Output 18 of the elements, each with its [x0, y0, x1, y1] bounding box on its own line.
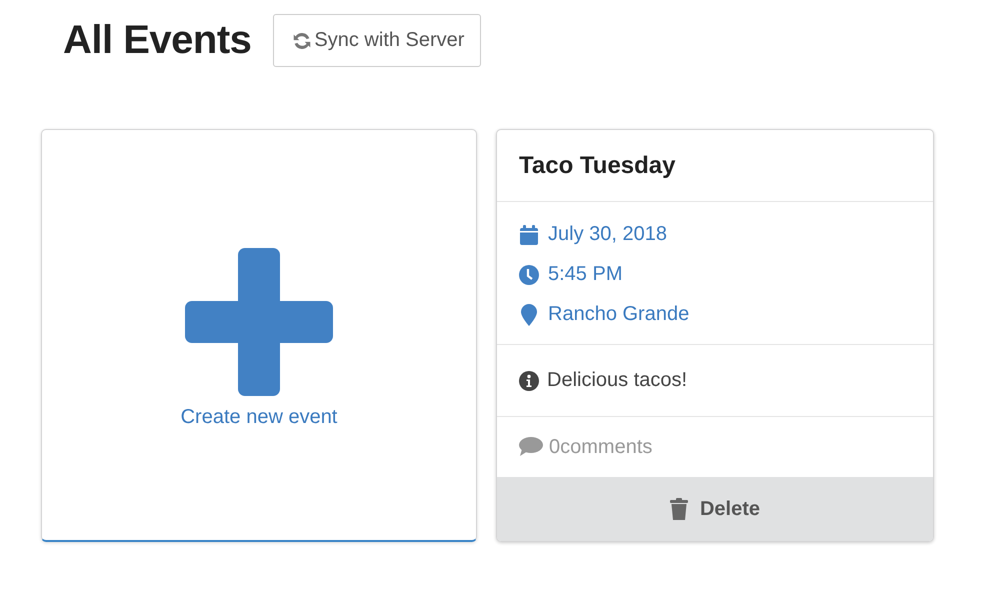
event-title: Taco Tuesday — [519, 150, 676, 180]
calendar-icon — [519, 224, 539, 244]
event-location: Rancho Grande — [548, 303, 690, 326]
event-description: Delicious tacos! — [547, 369, 688, 392]
map-pin-icon — [519, 304, 539, 326]
speech-bubble-icon — [519, 437, 543, 457]
comment-count: 0comments — [549, 436, 652, 458]
info-icon — [519, 370, 539, 390]
sync-button[interactable]: Sync with Server — [273, 14, 482, 67]
page-title: All Events — [63, 18, 252, 63]
delete-button[interactable]: Delete — [497, 477, 933, 541]
clock-icon — [519, 264, 539, 284]
event-date: July 30, 2018 — [548, 223, 667, 246]
event-time: 5:45 PM — [548, 263, 622, 286]
create-event-card[interactable]: Create new event — [41, 129, 477, 542]
plus-icon — [185, 248, 333, 396]
trash-icon — [670, 498, 688, 520]
create-event-link[interactable]: Create new event — [180, 406, 338, 429]
